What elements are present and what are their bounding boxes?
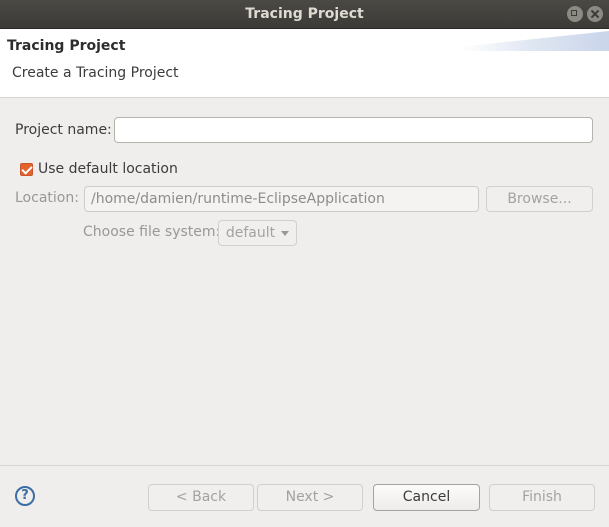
finish-button[interactable]: Finish bbox=[489, 484, 595, 511]
window-title: Tracing Project bbox=[245, 6, 364, 22]
file-system-value: default bbox=[225, 225, 276, 241]
file-system-dropdown[interactable]: default bbox=[218, 220, 297, 246]
use-default-location-checkbox[interactable] bbox=[20, 163, 33, 176]
file-system-label: Choose file system: bbox=[83, 224, 221, 240]
page-description: Create a Tracing Project bbox=[12, 65, 179, 81]
project-name-input[interactable] bbox=[114, 117, 593, 143]
wizard-header: Tracing Project Create a Tracing Project bbox=[0, 29, 609, 98]
back-button[interactable]: < Back bbox=[148, 484, 254, 511]
browse-button[interactable]: Browse... bbox=[486, 186, 593, 212]
wizard-window: Tracing Project Tracing Project Create a… bbox=[0, 0, 609, 527]
title-bar[interactable]: Tracing Project bbox=[0, 0, 609, 29]
footer-divider bbox=[0, 465, 609, 466]
cancel-button[interactable]: Cancel bbox=[373, 484, 480, 511]
minimize-icon[interactable] bbox=[567, 6, 583, 22]
location-label: Location: bbox=[15, 190, 79, 206]
page-title: Tracing Project bbox=[7, 38, 126, 54]
project-name-label: Project name: bbox=[15, 122, 112, 138]
close-icon[interactable] bbox=[587, 6, 603, 22]
use-default-location-label: Use default location bbox=[38, 161, 178, 177]
chevron-down-icon bbox=[281, 230, 290, 236]
location-input[interactable]: /home/damien/runtime-EclipseApplication bbox=[84, 186, 479, 212]
next-button[interactable]: Next > bbox=[257, 484, 363, 511]
help-icon[interactable]: ? bbox=[15, 486, 35, 506]
banner-graphic-icon bbox=[459, 31, 609, 51]
